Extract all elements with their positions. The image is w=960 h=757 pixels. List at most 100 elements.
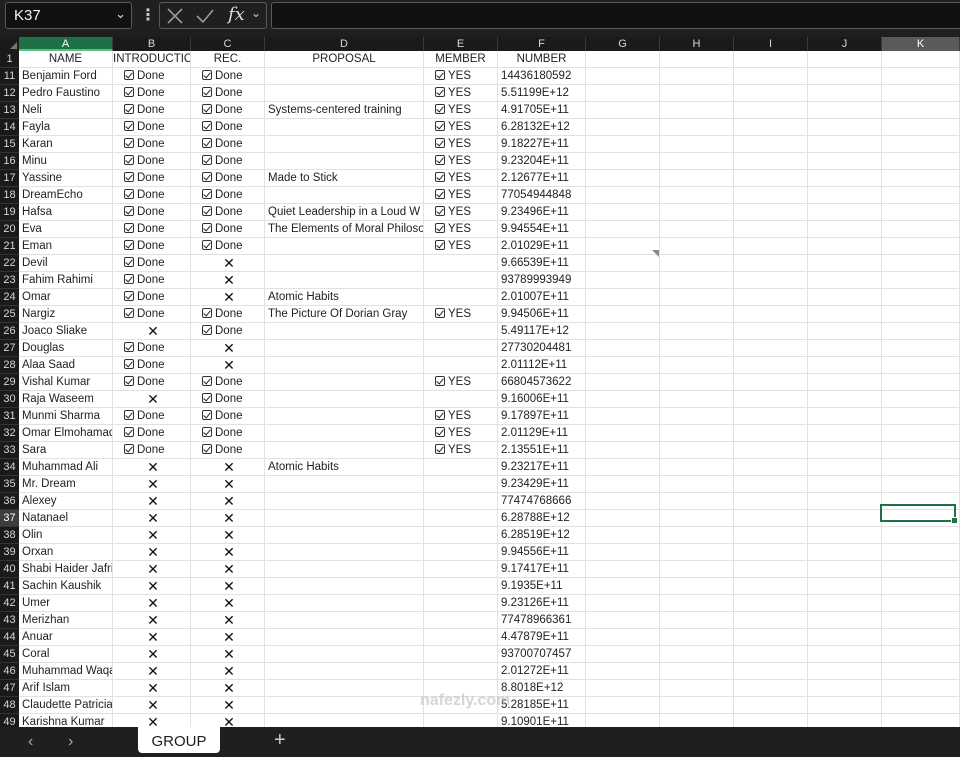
cell-i[interactable] — [734, 646, 808, 663]
cell-h[interactable] — [660, 714, 734, 727]
column-header-b[interactable]: B — [113, 37, 191, 51]
cell-b[interactable]: Done — [113, 255, 191, 272]
cell-h[interactable] — [660, 306, 734, 323]
cell-a[interactable]: DreamEcho — [19, 187, 113, 204]
checkbox-checked-icon[interactable] — [202, 104, 212, 114]
cell-k[interactable] — [882, 697, 960, 714]
cell-j[interactable] — [808, 493, 882, 510]
cell-d[interactable] — [265, 527, 424, 544]
cell-b[interactable]: Done — [113, 289, 191, 306]
cell-d[interactable] — [265, 85, 424, 102]
cell-k[interactable] — [882, 68, 960, 85]
checkbox-checked-icon[interactable] — [202, 172, 212, 182]
cell-j[interactable] — [808, 306, 882, 323]
cell-a[interactable]: Natanael — [19, 510, 113, 527]
cell-a[interactable]: Muhammad Waqas — [19, 663, 113, 680]
row-header[interactable]: 21 — [0, 238, 19, 255]
cell-e[interactable]: YES — [424, 408, 498, 425]
cell-b[interactable]: ✕ — [113, 714, 191, 727]
cell-h[interactable] — [660, 527, 734, 544]
row-header[interactable]: 20 — [0, 221, 19, 238]
cell-j[interactable] — [808, 680, 882, 697]
row-header[interactable]: 43 — [0, 612, 19, 629]
checkbox-checked-icon[interactable] — [435, 240, 445, 250]
cell-a[interactable]: Shabi Haider Jafri — [19, 561, 113, 578]
cell-h[interactable] — [660, 153, 734, 170]
row-header[interactable]: 42 — [0, 595, 19, 612]
cell-e[interactable]: YES — [424, 306, 498, 323]
cell-i[interactable] — [734, 357, 808, 374]
cell-b[interactable]: ✕ — [113, 595, 191, 612]
cell-c[interactable]: Done — [191, 204, 265, 221]
cell-b[interactable]: Done — [113, 85, 191, 102]
cell-g[interactable] — [586, 595, 660, 612]
cell-i[interactable] — [734, 697, 808, 714]
cell-c[interactable]: Done — [191, 442, 265, 459]
cell-c[interactable]: Done — [191, 68, 265, 85]
cell-e[interactable] — [424, 255, 498, 272]
cell-e[interactable]: YES — [424, 238, 498, 255]
cell-k[interactable] — [882, 204, 960, 221]
cell-e[interactable] — [424, 561, 498, 578]
cell-k[interactable] — [882, 561, 960, 578]
cell-j[interactable] — [808, 357, 882, 374]
cell-b[interactable]: Done — [113, 374, 191, 391]
cell-a[interactable]: Claudette Patricia — [19, 697, 113, 714]
cell-h[interactable] — [660, 340, 734, 357]
cell-a[interactable]: Alexey — [19, 493, 113, 510]
cell-f[interactable]: 77054944848 — [498, 187, 586, 204]
cell-g[interactable] — [586, 544, 660, 561]
cell-d[interactable] — [265, 612, 424, 629]
row-header[interactable]: 13 — [0, 102, 19, 119]
cell-a[interactable]: Eva — [19, 221, 113, 238]
cell-c[interactable]: Done — [191, 119, 265, 136]
cell-i[interactable] — [734, 629, 808, 646]
cell-g[interactable] — [586, 714, 660, 727]
checkbox-checked-icon[interactable] — [124, 206, 134, 216]
cell-f[interactable]: 2.13551E+11 — [498, 442, 586, 459]
cell-a[interactable]: Sachin Kaushik — [19, 578, 113, 595]
cell-h[interactable] — [660, 510, 734, 527]
row-header[interactable]: 26 — [0, 323, 19, 340]
cell-a[interactable]: Umer — [19, 595, 113, 612]
checkbox-checked-icon[interactable] — [202, 308, 212, 318]
row-header[interactable]: 23 — [0, 272, 19, 289]
row-header[interactable]: 31 — [0, 408, 19, 425]
cell-j[interactable] — [808, 170, 882, 187]
cell-d[interactable] — [265, 357, 424, 374]
cell-b[interactable]: Done — [113, 357, 191, 374]
cell-b[interactable]: ✕ — [113, 391, 191, 408]
cell-g[interactable] — [586, 119, 660, 136]
cell-a[interactable]: Karishna Kumar — [19, 714, 113, 727]
cell-i[interactable] — [734, 493, 808, 510]
cell-d[interactable] — [265, 323, 424, 340]
cell-j[interactable] — [808, 289, 882, 306]
cell-j[interactable] — [808, 595, 882, 612]
cell-g[interactable] — [586, 442, 660, 459]
cell-a[interactable]: Douglas — [19, 340, 113, 357]
cell-d[interactable] — [265, 68, 424, 85]
cell-j[interactable] — [808, 714, 882, 727]
row-header[interactable]: 19 — [0, 204, 19, 221]
cell-b[interactable]: Done — [113, 306, 191, 323]
cell-g[interactable] — [586, 340, 660, 357]
cell-h[interactable] — [660, 629, 734, 646]
cell-b[interactable]: ✕ — [113, 629, 191, 646]
cell-h[interactable] — [660, 204, 734, 221]
row-header[interactable]: 33 — [0, 442, 19, 459]
checkbox-checked-icon[interactable] — [435, 138, 445, 148]
more-options-icon[interactable]: ⋮ — [140, 5, 156, 25]
cell-i[interactable] — [734, 408, 808, 425]
cell-g[interactable] — [586, 663, 660, 680]
cell-a[interactable]: Muhammad Ali — [19, 459, 113, 476]
cell-h[interactable] — [660, 612, 734, 629]
cell-c[interactable]: Done — [191, 323, 265, 340]
cell-g[interactable] — [586, 612, 660, 629]
cell-b[interactable]: Done — [113, 238, 191, 255]
enter-check-icon[interactable] — [195, 7, 215, 25]
cancel-icon[interactable] — [166, 7, 184, 25]
cell-i[interactable] — [734, 272, 808, 289]
cell-g[interactable] — [586, 527, 660, 544]
cell-k[interactable] — [882, 119, 960, 136]
cell-e[interactable] — [424, 493, 498, 510]
